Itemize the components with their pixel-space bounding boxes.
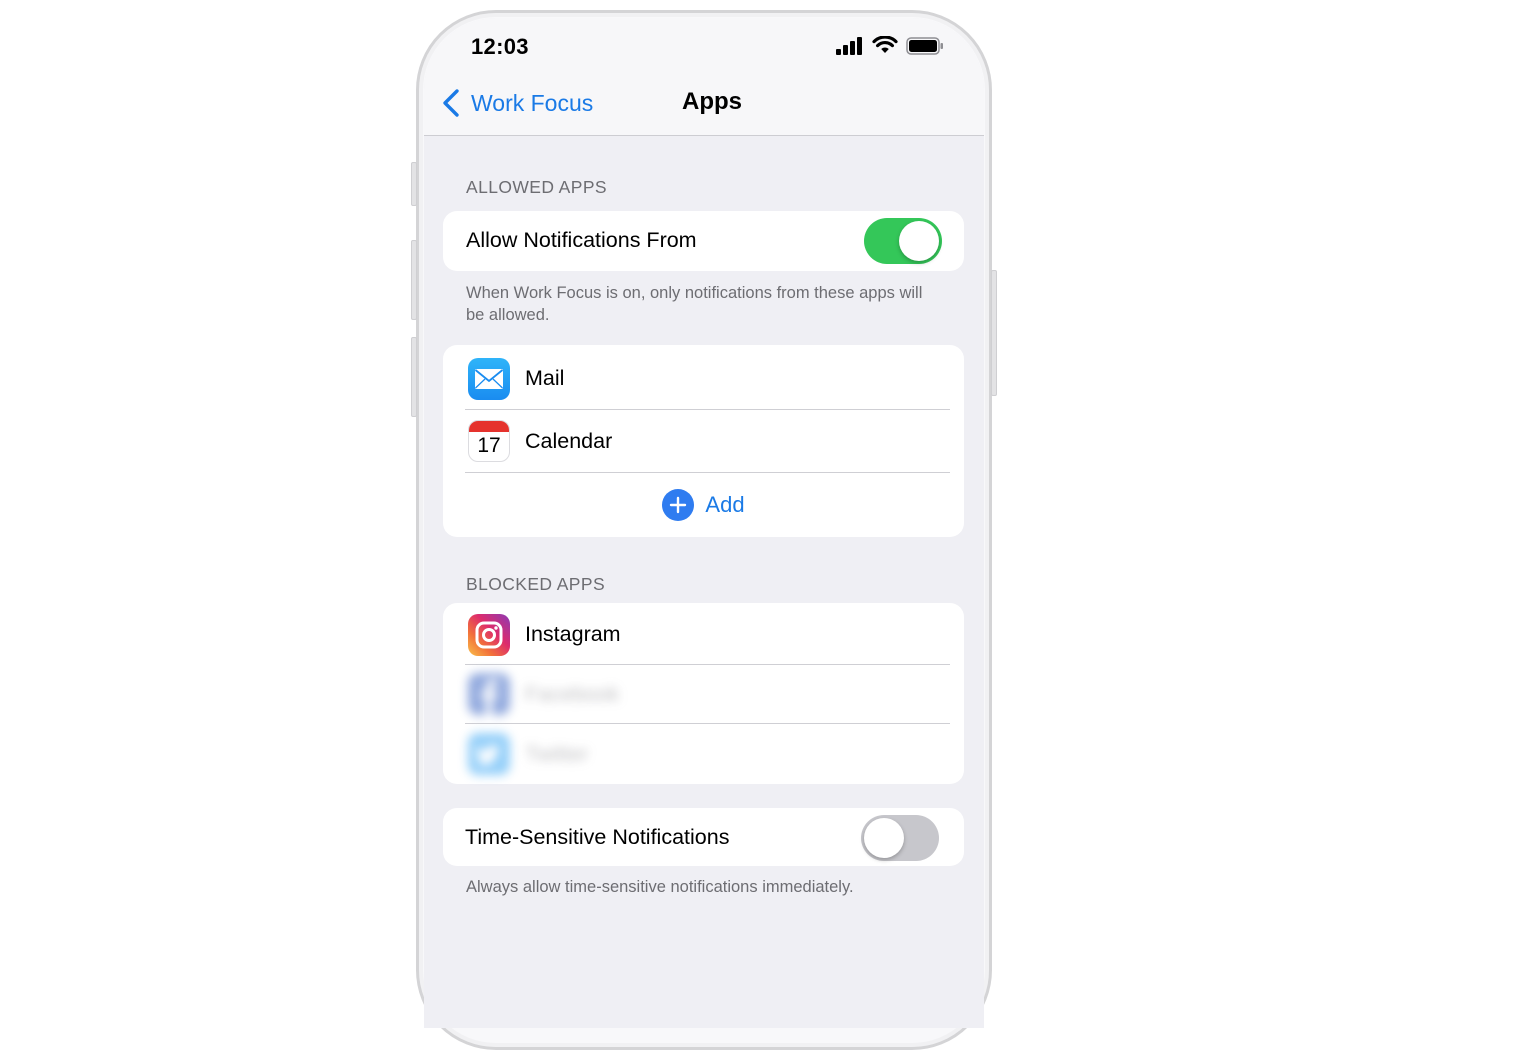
calendar-header-band: [469, 421, 509, 432]
app-name-mail: Mail: [525, 366, 565, 390]
allow-notifications-card: Allow Notifications From: [443, 211, 964, 271]
row-divider: [465, 409, 950, 410]
screen: 12:03 Work Focus Apps ALLOWED APPS Allow…: [424, 18, 984, 1028]
add-app-button[interactable]: Add: [443, 489, 964, 521]
app-name-twitter: Twitter: [525, 742, 589, 766]
instagram-icon: [468, 614, 510, 656]
allowed-apps-header: ALLOWED APPS: [466, 177, 607, 197]
calendar-day: 17: [477, 434, 501, 457]
allow-notifications-toggle[interactable]: [864, 218, 942, 264]
twitter-icon: [468, 733, 510, 775]
toggle-knob: [864, 818, 904, 858]
volume-down-button: [411, 337, 417, 417]
power-button: [991, 270, 997, 396]
time-sensitive-footer: Always allow time-sensitive notification…: [466, 878, 854, 896]
facebook-icon: [468, 673, 510, 715]
page-title: Apps: [682, 88, 742, 115]
app-name-calendar: Calendar: [525, 429, 613, 453]
app-name-facebook: Facebook: [525, 682, 620, 706]
silent-switch: [411, 162, 417, 206]
app-name-instagram: Instagram: [525, 622, 621, 646]
row-divider: [465, 472, 950, 473]
add-label: Add: [705, 492, 745, 517]
time-sensitive-card: Time-Sensitive Notifications: [443, 808, 964, 866]
toggle-knob: [899, 221, 939, 261]
blocked-apps-list: Instagram Facebook Twitter: [443, 603, 964, 784]
time-sensitive-toggle[interactable]: [861, 815, 939, 861]
row-divider: [465, 723, 950, 724]
status-icons: [836, 36, 944, 55]
navigation-bar: 12:03 Work Focus Apps: [424, 18, 984, 136]
battery-icon: [906, 36, 943, 55]
time-sensitive-label: Time-Sensitive Notifications: [465, 825, 730, 849]
wifi-icon: [872, 36, 898, 53]
mail-icon: [468, 358, 510, 400]
status-time: 12:03: [471, 34, 529, 59]
calendar-icon: 17: [468, 420, 510, 462]
allowed-apps-list: Mail 17 Calendar Add: [443, 345, 964, 537]
cellular-signal-icon: [836, 36, 862, 55]
allow-notifications-label: Allow Notifications From: [466, 228, 697, 252]
plus-circle-icon: [662, 489, 695, 521]
volume-up-button: [411, 240, 417, 320]
blocked-apps-header: BLOCKED APPS: [466, 574, 606, 594]
allowed-apps-footer: When Work Focus is on, only notification…: [466, 284, 923, 324]
row-divider: [465, 664, 950, 665]
